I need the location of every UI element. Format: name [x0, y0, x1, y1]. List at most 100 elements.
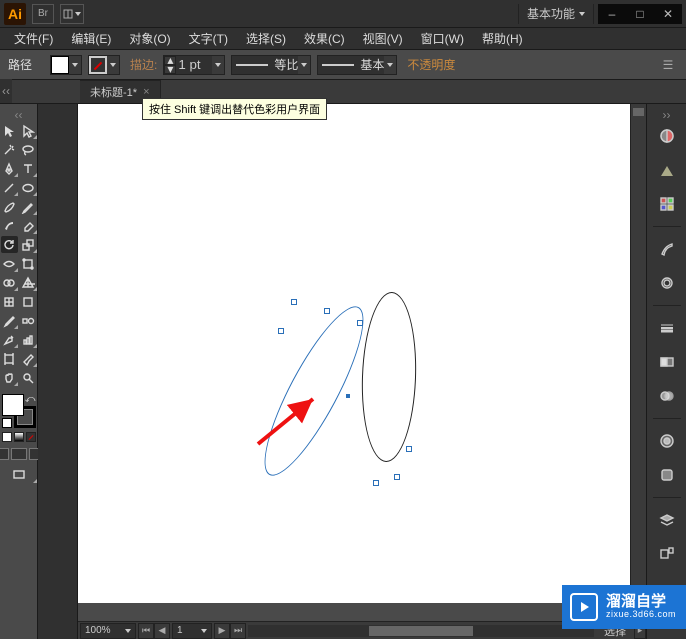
- zoom-tool[interactable]: [20, 369, 37, 386]
- direct-selection-tool[interactable]: [20, 122, 37, 139]
- scroll-thumb[interactable]: [369, 626, 473, 636]
- draw-behind[interactable]: [11, 448, 27, 460]
- symbol-sprayer-tool[interactable]: [1, 331, 18, 348]
- gradient-panel-icon[interactable]: [653, 348, 681, 376]
- artboards-panel-icon[interactable]: [653, 540, 681, 568]
- screen-mode-button[interactable]: [1, 466, 37, 483]
- workspace-switcher[interactable]: 基本功能: [518, 4, 594, 24]
- swatches-panel-icon[interactable]: [653, 190, 681, 218]
- vertical-scrollbar[interactable]: [630, 104, 646, 603]
- pencil-tool[interactable]: [20, 198, 37, 215]
- rectangle-tool[interactable]: [20, 179, 37, 196]
- artboard-next[interactable]: ▶: [214, 623, 230, 639]
- tools-collapse-button[interactable]: ‹‹: [0, 108, 37, 120]
- tab-close-button[interactable]: ×: [143, 86, 149, 98]
- menu-edit[interactable]: 编辑(E): [63, 28, 119, 49]
- zoom-dropdown[interactable]: 100%: [80, 623, 136, 639]
- menu-effect[interactable]: 效果(C): [296, 28, 353, 49]
- stroke-link[interactable]: 描边:: [130, 56, 157, 73]
- selection-tool[interactable]: [1, 122, 18, 139]
- symbols-panel-icon[interactable]: [653, 269, 681, 297]
- artboard-next-last[interactable]: ⏭: [230, 623, 246, 639]
- draw-normal[interactable]: [0, 448, 9, 460]
- line-tool[interactable]: [1, 179, 18, 196]
- artboard-tool[interactable]: [1, 350, 18, 367]
- bridge-button[interactable]: Br: [32, 4, 54, 24]
- canvas[interactable]: [78, 104, 646, 621]
- color-mode-solid[interactable]: [2, 432, 12, 442]
- free-transform-tool[interactable]: [20, 255, 37, 272]
- color-guide-panel-icon[interactable]: [653, 156, 681, 184]
- transparency-panel-icon[interactable]: [653, 382, 681, 410]
- selection-handle[interactable]: [278, 328, 284, 334]
- slice-tool[interactable]: [20, 350, 37, 367]
- shape-builder-tool[interactable]: [1, 274, 18, 291]
- control-panel-menu[interactable]: ☰: [658, 55, 678, 75]
- appearance-panel-icon[interactable]: [653, 427, 681, 455]
- minimize-button[interactable]: –: [598, 4, 626, 24]
- menu-type[interactable]: 文字(T): [181, 28, 236, 49]
- close-button[interactable]: ✕: [654, 4, 682, 24]
- selection-handle[interactable]: [291, 299, 297, 305]
- scale-tool[interactable]: [20, 236, 37, 253]
- selection-handle[interactable]: [324, 308, 330, 314]
- stroke-swatch[interactable]: [89, 56, 107, 74]
- pen-tool[interactable]: [1, 160, 18, 177]
- selection-center[interactable]: [346, 394, 350, 398]
- menu-view[interactable]: 视图(V): [355, 28, 411, 49]
- right-dock-collapse[interactable]: ››: [647, 108, 686, 118]
- magic-wand-tool[interactable]: [1, 141, 18, 158]
- chevron-down-icon[interactable]: [212, 56, 224, 74]
- selection-handle[interactable]: [406, 446, 412, 452]
- scroll-thumb[interactable]: [633, 108, 644, 116]
- gradient-tool[interactable]: [20, 293, 37, 310]
- column-graph-tool[interactable]: [20, 331, 37, 348]
- chevron-down-icon[interactable]: [107, 56, 119, 74]
- fill-color-control[interactable]: [50, 55, 82, 75]
- ellipse-object-1[interactable]: [359, 291, 419, 463]
- fill-stroke-control[interactable]: ⤺: [2, 394, 36, 428]
- stroke-profile-dropdown[interactable]: 等比: [231, 55, 311, 75]
- fill-box[interactable]: [2, 394, 24, 416]
- opacity-link[interactable]: 不透明度: [407, 56, 455, 73]
- maximize-button[interactable]: □: [626, 4, 654, 24]
- hand-tool[interactable]: [1, 369, 18, 386]
- horizontal-scrollbar[interactable]: [248, 625, 594, 637]
- selection-handle[interactable]: [394, 474, 400, 480]
- artboard-prev-first[interactable]: ⏮: [138, 623, 154, 639]
- eyedropper-tool[interactable]: [1, 312, 18, 329]
- artboard[interactable]: [78, 104, 646, 603]
- lasso-tool[interactable]: [20, 141, 37, 158]
- blob-brush-tool[interactable]: [1, 217, 18, 234]
- artboard-nav-dropdown[interactable]: 1: [172, 623, 212, 639]
- menu-file[interactable]: 文件(F): [6, 28, 61, 49]
- stroke-stepper[interactable]: ▴▾: [164, 56, 176, 74]
- menu-window[interactable]: 窗口(W): [413, 28, 472, 49]
- menu-help[interactable]: 帮助(H): [474, 28, 531, 49]
- stroke-weight-input[interactable]: [176, 56, 212, 74]
- eraser-tool[interactable]: [20, 217, 37, 234]
- brush-definition-dropdown[interactable]: 基本: [317, 55, 397, 75]
- color-mode-none[interactable]: [26, 432, 36, 442]
- graphic-styles-panel-icon[interactable]: [653, 461, 681, 489]
- selection-handle[interactable]: [357, 320, 363, 326]
- default-fill-stroke-icon[interactable]: [2, 418, 12, 428]
- artboard-prev[interactable]: ◀: [154, 623, 170, 639]
- swap-fill-stroke-icon[interactable]: ⤺: [25, 394, 36, 405]
- stroke-panel-icon[interactable]: [653, 314, 681, 342]
- stroke-weight-field[interactable]: ▴▾: [163, 55, 225, 75]
- type-tool[interactable]: [20, 160, 37, 177]
- layers-panel-icon[interactable]: [653, 506, 681, 534]
- blend-tool[interactable]: [20, 312, 37, 329]
- menu-select[interactable]: 选择(S): [238, 28, 294, 49]
- color-panel-icon[interactable]: [653, 122, 681, 150]
- arrange-documents-dropdown[interactable]: [60, 4, 84, 24]
- width-tool[interactable]: [1, 255, 18, 272]
- mesh-tool[interactable]: [1, 293, 18, 310]
- brushes-panel-icon[interactable]: [653, 235, 681, 263]
- menu-object[interactable]: 对象(O): [121, 28, 178, 49]
- rotate-tool[interactable]: [1, 236, 18, 253]
- selection-handle[interactable]: [373, 480, 379, 486]
- paintbrush-tool[interactable]: [1, 198, 18, 215]
- toolbar-collapse-toggle[interactable]: ‹‹: [0, 79, 12, 103]
